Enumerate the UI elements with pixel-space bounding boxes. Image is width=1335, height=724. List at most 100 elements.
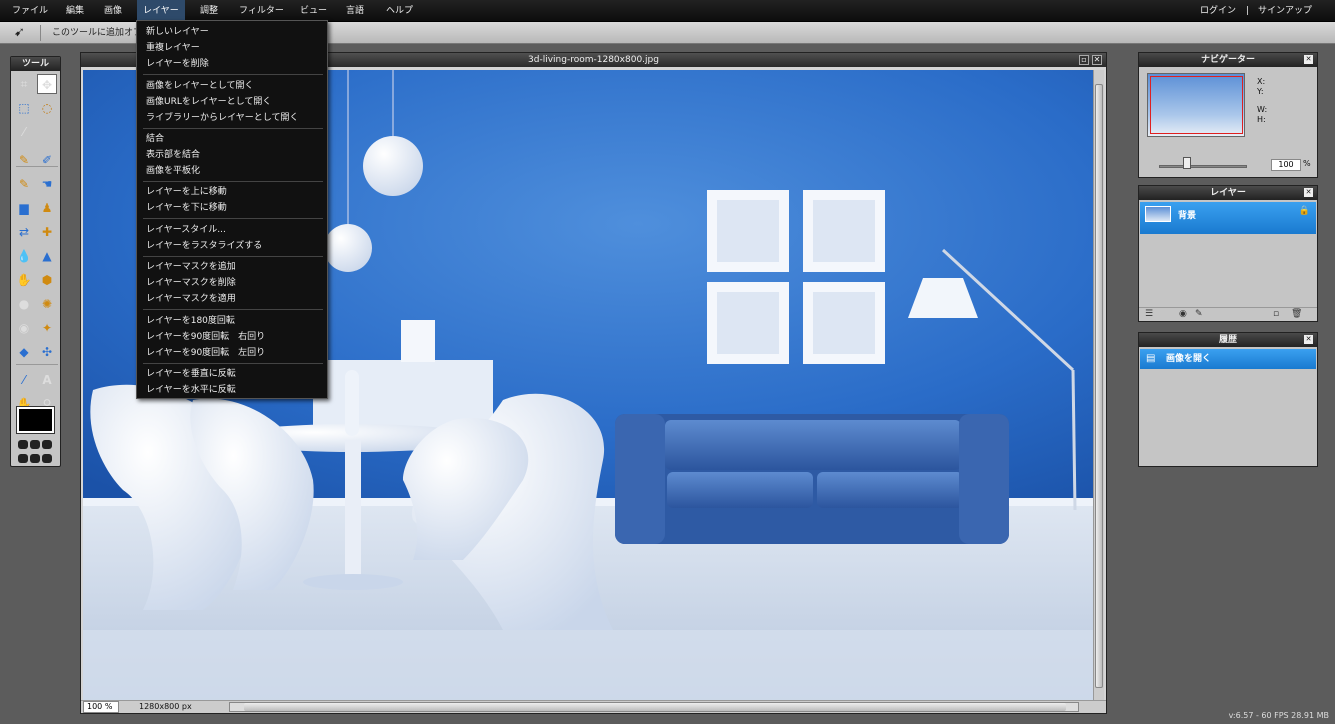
layer-row[interactable]: 背景 🔒: [1140, 202, 1316, 234]
stamp-icon[interactable]: ♟: [37, 198, 57, 218]
history-row[interactable]: ▤ 画像を開く: [1140, 349, 1316, 369]
color-palette[interactable]: [17, 439, 55, 467]
horizontal-scrollbar[interactable]: [229, 702, 1079, 712]
menu-merge[interactable]: 結合: [146, 132, 164, 146]
smudge-icon[interactable]: ☚: [37, 174, 57, 194]
move-icon[interactable]: ✥: [37, 74, 57, 94]
login-link[interactable]: ログイン: [1200, 0, 1236, 22]
maximize-icon[interactable]: ▫: [1079, 55, 1089, 65]
lasso-icon[interactable]: ◌: [37, 98, 57, 118]
picker-icon[interactable]: ⁄: [14, 370, 34, 390]
menu-flip-vertical[interactable]: レイヤーを垂直に反転: [146, 367, 236, 381]
wand-icon[interactable]: ⁄: [14, 122, 34, 142]
menu-move-layer-up[interactable]: レイヤーを上に移動: [146, 185, 227, 199]
menu-separator: [143, 74, 323, 75]
menu-open-library-as-layer[interactable]: ライブラリーからレイヤーとして開く: [146, 111, 298, 125]
clone-icon[interactable]: ✎: [14, 174, 34, 194]
bloat-icon[interactable]: ✦: [37, 318, 57, 338]
navigator-zoom-knob[interactable]: [1183, 157, 1191, 169]
layers-title: レイヤー ✕: [1139, 186, 1317, 200]
menu-file[interactable]: ファイル: [6, 0, 54, 22]
menu-rotate-180[interactable]: レイヤーを180度回転: [146, 314, 235, 328]
menu-merge-visible[interactable]: 表示部を結合: [146, 148, 200, 162]
layer-mask-icon[interactable]: ◉: [1179, 309, 1187, 319]
vertical-scrollbar[interactable]: [1093, 70, 1104, 702]
menu-image[interactable]: 画像: [98, 0, 128, 22]
horizontal-scroll-thumb[interactable]: [244, 703, 1066, 711]
type-icon[interactable]: A: [37, 370, 57, 390]
new-layer-icon[interactable]: ▫: [1273, 309, 1279, 319]
menu-separator: [143, 363, 323, 364]
pencil-icon[interactable]: ✎: [14, 150, 34, 170]
menu-open-image-as-layer[interactable]: 画像をレイヤーとして開く: [146, 79, 253, 93]
menu-layer[interactable]: レイヤー: [137, 0, 185, 22]
tools-panel-title: ツール: [11, 57, 60, 71]
menu-flatten-image[interactable]: 画像を平板化: [146, 164, 200, 178]
heal-icon[interactable]: ✚: [37, 222, 57, 242]
burn-icon[interactable]: ●: [14, 294, 34, 314]
history-title: 履歴 ✕: [1139, 333, 1317, 347]
menu-view[interactable]: ビュー: [294, 0, 333, 22]
drop-icon[interactable]: 💧: [14, 246, 34, 266]
image-dimensions: 1280x800 px: [139, 702, 192, 711]
layer-settings-icon[interactable]: ☰: [1145, 309, 1153, 319]
spot-icon[interactable]: ◉: [14, 318, 34, 338]
menu-adjust[interactable]: 調整: [194, 0, 224, 22]
menubar: ファイル 編集 画像 レイヤー 調整 フィルター ビュー 言語 ヘルプ ログイン…: [0, 0, 1335, 22]
crop-icon[interactable]: ⌗: [14, 74, 34, 94]
menu-flip-horizontal[interactable]: レイヤーを水平に反転: [146, 383, 236, 397]
navigator-title: ナビゲーター ✕: [1139, 53, 1317, 67]
menu-apply-layer-mask[interactable]: レイヤーマスクを適用: [146, 292, 236, 306]
sponge-icon[interactable]: ✋: [14, 270, 34, 290]
menu-filter[interactable]: フィルター: [233, 0, 290, 22]
canvas-title: 3d-living-room-1280x800.jpg: [528, 55, 659, 65]
gradient-icon[interactable]: ▆: [14, 198, 34, 218]
red-eye-icon[interactable]: ✺: [37, 294, 57, 314]
dodge-icon[interactable]: ⬢: [37, 270, 57, 290]
canvas-statusbar: 100 % 1280x800 px: [81, 700, 1106, 713]
menu-separator: [143, 128, 323, 129]
vertical-scroll-thumb[interactable]: [1095, 84, 1103, 688]
menu-delete-layer-mask[interactable]: レイヤーマスクを削除: [146, 276, 236, 290]
close-icon[interactable]: ✕: [1304, 335, 1313, 344]
brush-icon[interactable]: ✐: [37, 150, 57, 170]
layer-name: 背景: [1178, 211, 1197, 221]
menu-duplicate-layer[interactable]: 重複レイヤー: [146, 41, 200, 55]
lock-icon: 🔒: [1298, 206, 1310, 216]
menu-new-layer[interactable]: 新しいレイヤー: [146, 25, 209, 39]
menu-layer-style[interactable]: レイヤースタイル...: [146, 223, 226, 237]
close-icon[interactable]: ✕: [1304, 55, 1313, 64]
menu-help[interactable]: ヘルプ: [380, 0, 419, 22]
delete-layer-icon[interactable]: 🗑: [1291, 309, 1302, 319]
marquee-icon[interactable]: ⬚: [14, 98, 34, 118]
signup-link[interactable]: サインアップ: [1258, 0, 1312, 22]
layers-footer: ☰ ◉ ✎ ▫ 🗑: [1139, 307, 1317, 321]
close-icon[interactable]: ✕: [1304, 188, 1313, 197]
menu-rasterize-layer[interactable]: レイヤーをラスタライズする: [146, 239, 262, 253]
navigator-coords: X: Y: W: H:: [1257, 77, 1268, 124]
auth-divider: |: [1246, 6, 1250, 16]
menu-move-layer-down[interactable]: レイヤーを下に移動: [146, 201, 227, 215]
liquify-icon[interactable]: ✣: [37, 342, 57, 362]
menu-add-layer-mask[interactable]: レイヤーマスクを追加: [146, 260, 236, 274]
menu-rotate-90-cw[interactable]: レイヤーを90度回転 右回り: [146, 330, 265, 344]
navigator-thumbnail[interactable]: [1147, 73, 1245, 137]
layer-style-icon[interactable]: ✎: [1195, 309, 1203, 319]
navigator-zoom-slider[interactable]: [1159, 165, 1247, 168]
pinch-icon[interactable]: ◆: [14, 342, 34, 362]
menu-rotate-90-ccw[interactable]: レイヤーを90度回転 左回り: [146, 346, 265, 360]
menu-open-url-as-layer[interactable]: 画像URLをレイヤーとして開く: [146, 95, 271, 109]
menu-edit[interactable]: 編集: [60, 0, 90, 22]
replace-color-icon[interactable]: ⇄: [14, 222, 34, 242]
zoom-input[interactable]: 100 %: [83, 701, 119, 713]
menu-delete-layer[interactable]: レイヤーを削除: [146, 57, 209, 71]
close-icon[interactable]: ✕: [1092, 55, 1102, 65]
layer-thumbnail: [1145, 206, 1171, 222]
navigator-viewport[interactable]: [1150, 76, 1243, 134]
navigator-zoom-input[interactable]: 100: [1271, 159, 1301, 171]
foreground-color-swatch[interactable]: [16, 406, 55, 434]
menu-language[interactable]: 言語: [340, 0, 370, 22]
menu-separator: [143, 256, 323, 257]
sharpen-icon[interactable]: ▲: [37, 246, 57, 266]
history-panel: 履歴 ✕ ▤ 画像を開く: [1138, 332, 1318, 467]
